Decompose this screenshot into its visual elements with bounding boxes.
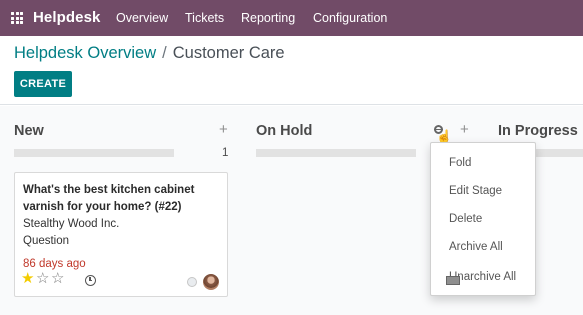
menu-item-edit-stage[interactable]: Edit Stage — [449, 185, 502, 197]
priority-stars: ★ ☆ ☆ — [21, 270, 66, 288]
star-empty-icon[interactable]: ☆ — [36, 270, 51, 288]
breadcrumb: Helpdesk Overview / Customer Care — [14, 44, 285, 63]
apps-menu-icon[interactable] — [11, 12, 23, 24]
menu-overview[interactable]: Overview — [116, 11, 168, 25]
menu-item-delete[interactable]: Delete — [449, 213, 482, 225]
top-navbar: Helpdesk Overview Tickets Reporting Conf… — [0, 0, 583, 36]
stage-options-dropdown: Fold Edit Stage Delete Archive All Unarc… — [430, 142, 536, 296]
create-button[interactable]: CREATE — [14, 71, 72, 97]
column-progressbar-on-hold[interactable] — [256, 149, 416, 157]
menu-item-archive-all[interactable]: Archive All — [449, 241, 503, 253]
star-empty-icon[interactable]: ☆ — [51, 270, 66, 288]
column-count-new: 1 — [222, 147, 229, 159]
column-add-on-hold-button[interactable]: + — [460, 121, 469, 138]
control-panel: Helpdesk Overview / Customer Care CREATE — [0, 36, 583, 105]
column-title-on-hold[interactable]: On Hold — [256, 123, 312, 139]
column-progressbar-in-progress[interactable] — [536, 149, 583, 157]
star-filled-icon[interactable]: ★ — [21, 270, 36, 288]
menu-tickets[interactable]: Tickets — [185, 11, 224, 25]
menu-item-fold[interactable]: Fold — [449, 157, 471, 169]
ticket-type: Question — [23, 235, 70, 247]
ticket-company: Stealthy Wood Inc. — [23, 218, 120, 230]
activity-clock-icon[interactable] — [85, 275, 96, 286]
ticket-title: What's the best kitchen cabinet varnish … — [23, 184, 195, 213]
column-title-in-progress[interactable]: In Progress — [498, 123, 578, 139]
drag-cursor-icon — [446, 276, 460, 285]
app-name[interactable]: Helpdesk — [33, 9, 101, 26]
breadcrumb-parent[interactable]: Helpdesk Overview — [14, 44, 156, 63]
breadcrumb-current: Customer Care — [172, 44, 285, 62]
column-progressbar-new[interactable] — [14, 149, 174, 157]
menu-configuration[interactable]: Configuration — [313, 11, 387, 25]
assignee-avatar[interactable] — [203, 274, 219, 290]
breadcrumb-separator: / — [162, 44, 167, 62]
menu-reporting[interactable]: Reporting — [241, 11, 295, 25]
ticket-card[interactable]: What's the best kitchen cabinet varnish … — [14, 172, 228, 297]
kanban-state-icon[interactable] — [187, 277, 197, 287]
column-title-new[interactable]: New — [14, 123, 44, 139]
ticket-date: 86 days ago — [23, 258, 86, 270]
column-add-new-button[interactable]: + — [219, 121, 228, 138]
